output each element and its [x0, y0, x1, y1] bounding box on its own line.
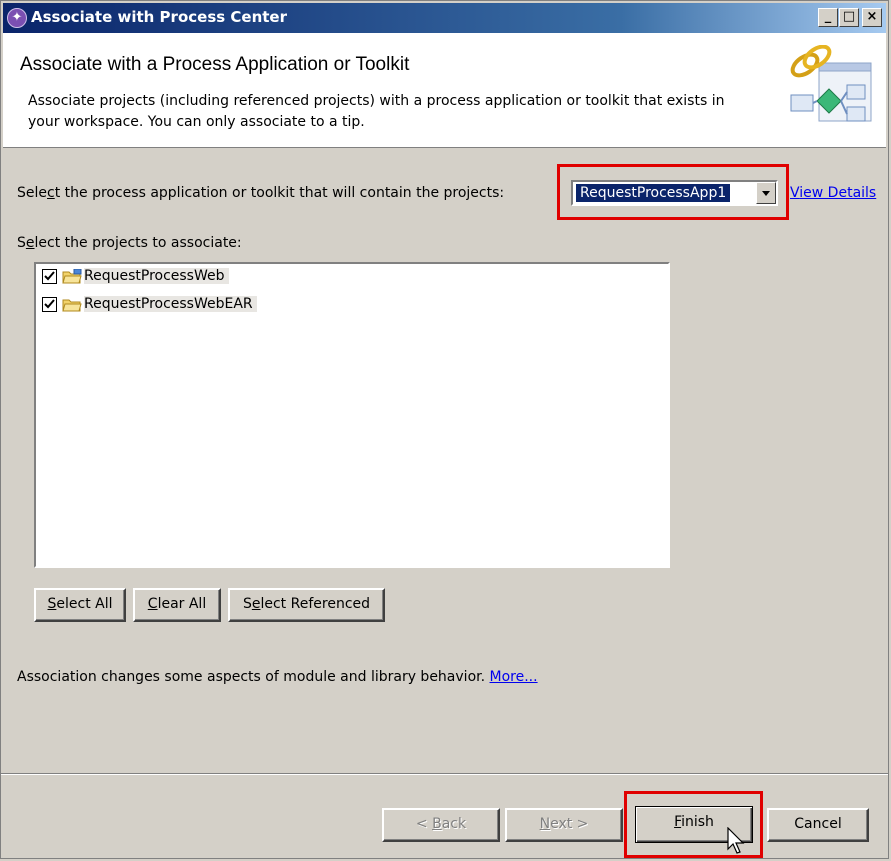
button-mnemonic: B — [432, 816, 442, 832]
label-text: lect the projects to associate: — [34, 235, 242, 251]
list-item[interactable]: RequestProcessWeb — [40, 266, 340, 288]
label-text: t the process application or toolkit tha… — [54, 185, 505, 201]
title-bar[interactable]: ✦ Associate with Process Center _ □ × — [3, 3, 886, 33]
label-text: S — [17, 235, 26, 251]
checkmark-icon — [44, 271, 55, 281]
more-link[interactable]: More... — [490, 669, 538, 685]
project-checkbox[interactable] — [42, 297, 57, 312]
chevron-down-icon[interactable] — [756, 182, 776, 204]
select-referenced-button[interactable]: Select Referenced — [228, 588, 385, 622]
link-mnemonic: V — [790, 185, 800, 201]
button-label: < — [415, 816, 433, 832]
label-mnemonic: c — [47, 185, 55, 201]
process-select-label: Select the process application or toolki… — [17, 185, 504, 201]
wizard-header: Associate with a Process Application or … — [3, 33, 886, 148]
clear-all-button[interactable]: Clear All — [133, 588, 221, 622]
page-description: Associate projects (including referenced… — [28, 93, 725, 130]
label-text: Sele — [17, 185, 48, 201]
cancel-button[interactable]: Cancel — [767, 808, 869, 842]
page-title: Associate with a Process Application or … — [20, 54, 410, 75]
button-label: elect All — [56, 596, 113, 612]
view-details-link[interactable]: View Details — [790, 185, 876, 201]
back-button[interactable]: < Back — [382, 808, 500, 842]
process-center-icon: ✦ — [7, 8, 27, 28]
next-button[interactable]: Next > — [505, 808, 623, 842]
projects-label: Select the projects to associate: — [17, 235, 242, 251]
link-text: iew Details — [799, 185, 877, 201]
project-label: RequestProcessWeb — [84, 268, 229, 284]
mouse-pointer-icon — [727, 827, 745, 854]
close-button[interactable]: × — [862, 8, 882, 27]
project-checkbox[interactable] — [42, 269, 57, 284]
label-mnemonic: e — [25, 235, 35, 251]
window-title: Associate with Process Center — [31, 8, 288, 26]
button-mnemonic: N — [539, 816, 551, 832]
maximize-button[interactable]: □ — [839, 8, 859, 27]
list-item[interactable]: RequestProcessWebEAR — [40, 294, 340, 316]
button-label: ack — [441, 816, 467, 832]
select-all-button[interactable]: Select All — [34, 588, 126, 622]
associate-banner-icon — [790, 45, 872, 122]
projects-list[interactable]: RequestProcessWeb RequestProcessWebEAR — [34, 262, 670, 568]
button-label: lear All — [157, 596, 207, 612]
footer-separator — [1, 773, 888, 775]
checkmark-icon — [44, 299, 55, 309]
project-folder-icon — [62, 299, 82, 312]
button-label: S — [242, 596, 252, 612]
minimize-button[interactable]: _ — [818, 8, 838, 27]
project-label: RequestProcessWebEAR — [84, 296, 257, 312]
button-label: lect Referenced — [260, 596, 371, 612]
project-folder-icon — [62, 269, 82, 284]
button-label: ext > — [550, 816, 589, 832]
process-app-dropdown[interactable]: RequestProcessApp1 — [571, 180, 778, 206]
association-note: Association changes some aspects of modu… — [17, 669, 538, 685]
dropdown-selected-value: RequestProcessApp1 — [574, 183, 732, 203]
button-label: inish — [681, 814, 714, 830]
button-mnemonic: C — [147, 596, 158, 612]
note-text: Association changes some aspects of modu… — [17, 669, 486, 685]
dialog-window: ✦ Associate with Process Center _ □ × As… — [0, 0, 889, 859]
